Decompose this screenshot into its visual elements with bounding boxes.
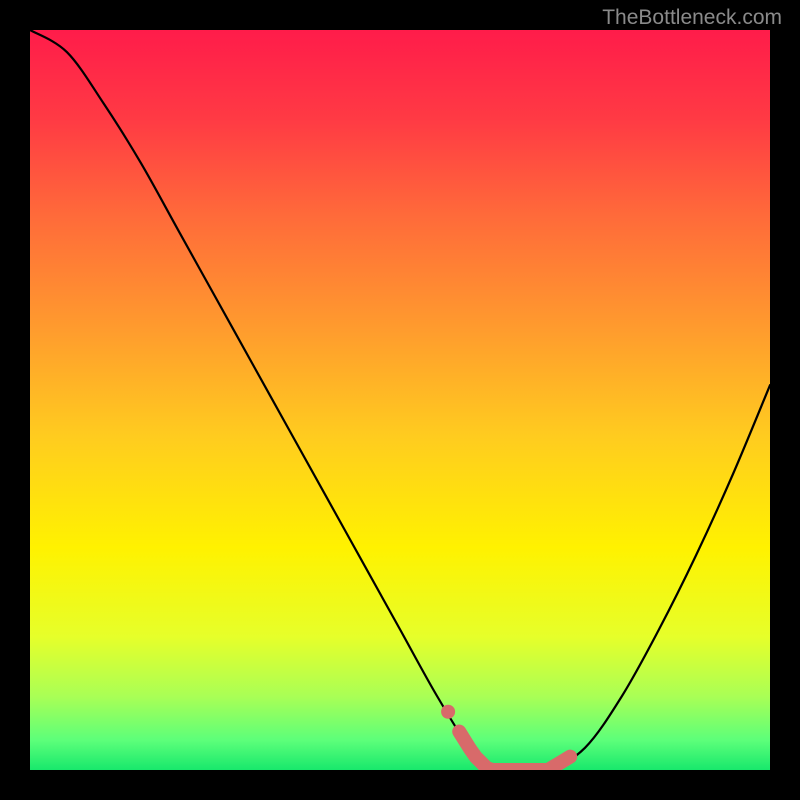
plot-area <box>30 30 770 770</box>
highlight-dot <box>441 705 455 719</box>
watermark-text: TheBottleneck.com <box>602 6 782 30</box>
curve-path <box>30 30 770 770</box>
highlight-band <box>459 732 570 770</box>
bottleneck-curve <box>30 30 770 770</box>
